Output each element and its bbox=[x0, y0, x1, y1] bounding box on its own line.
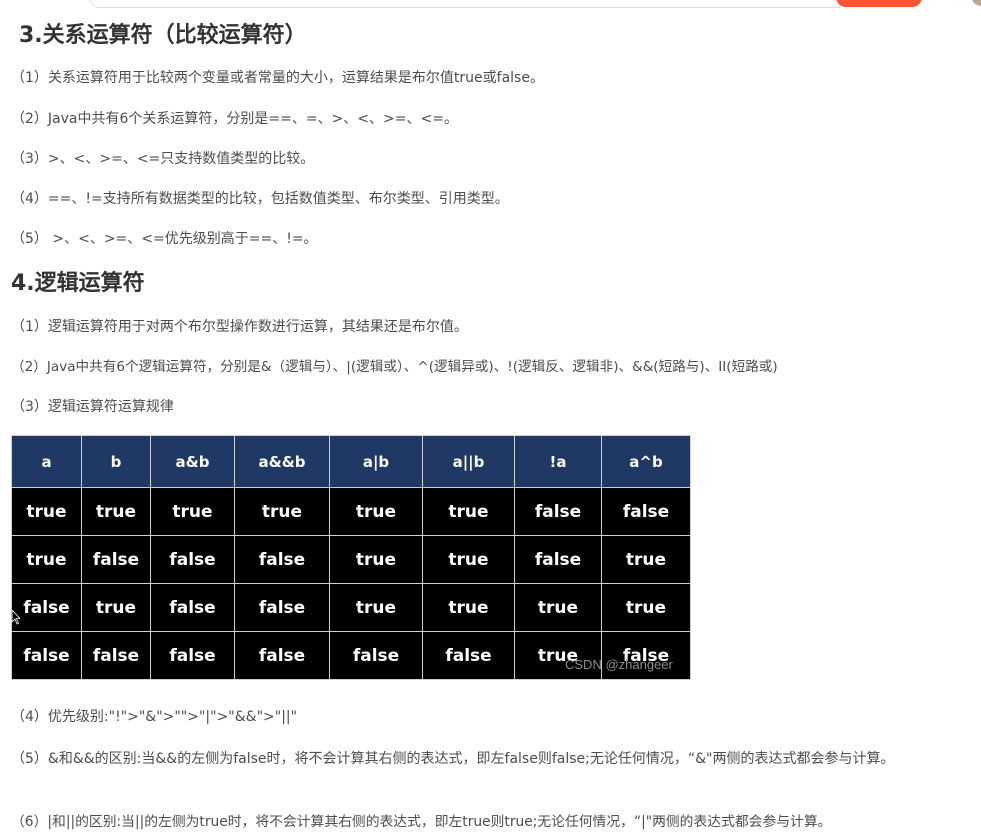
paragraph: （2）Java中共有6个关系运算符，分别是==、=、>、<、>=、<=。 bbox=[11, 111, 458, 127]
column-header: a|b bbox=[329, 435, 423, 488]
table-cell: false bbox=[514, 487, 602, 536]
watermark: CSDN @zhangeer bbox=[565, 657, 673, 672]
table-cell: true bbox=[422, 583, 515, 632]
section-heading-logical: 4.逻辑运算符 bbox=[11, 271, 145, 296]
table-row: false true false false true true true tr… bbox=[11, 583, 691, 632]
column-header: a bbox=[11, 435, 82, 488]
avatar[interactable] bbox=[972, 0, 981, 6]
table-cell: false bbox=[514, 535, 602, 584]
table-row: true false false false true true false t… bbox=[11, 535, 691, 584]
paragraph: （2）Java中共有6个逻辑运算符，分别是&（逻辑与）、|(逻辑或）、^(逻辑异… bbox=[11, 359, 778, 375]
paragraph: （5） >、<、>=、<=优先级别高于==、!=。 bbox=[11, 231, 318, 247]
paragraph: （4）==、!=支持所有数据类型的比较，包括数值类型、布尔类型、引用类型。 bbox=[11, 191, 509, 207]
table-cell: true bbox=[514, 583, 602, 632]
table-cell: false bbox=[234, 631, 330, 680]
table-cell: true bbox=[11, 535, 82, 584]
table-cell: false bbox=[329, 631, 423, 680]
paragraph: （5）&和&&的区别:当&&的左侧为false时，将不会计算其右侧的表达式，即左… bbox=[11, 751, 895, 767]
table-cell: false bbox=[11, 583, 82, 632]
table-cell: true bbox=[150, 487, 235, 536]
table-cell: true bbox=[234, 487, 330, 536]
table-cell: true bbox=[422, 487, 515, 536]
truth-table: a b a&b a&&b a|b a||b !a a^b true true t… bbox=[11, 435, 691, 680]
table-cell: true bbox=[81, 487, 151, 536]
table-cell: true bbox=[514, 631, 602, 680]
paragraph: （6）|和||的区别:当||的左侧为true时，将不会计算其右侧的表达式，即左t… bbox=[11, 814, 832, 830]
search-input[interactable] bbox=[90, 0, 840, 8]
table-cell: false bbox=[11, 631, 82, 680]
table-row: false false false false false false true… bbox=[11, 631, 691, 680]
table-cell: false bbox=[234, 535, 330, 584]
table-cell: false bbox=[150, 631, 235, 680]
table-cell: false bbox=[234, 583, 330, 632]
table-cell: true bbox=[11, 487, 82, 536]
table-cell: false bbox=[150, 535, 235, 584]
table-cell: false bbox=[422, 631, 515, 680]
table-cell: true bbox=[601, 583, 691, 632]
table-header-row: a b a&b a&&b a|b a||b !a a^b bbox=[11, 435, 691, 488]
paragraph: （3）逻辑运算符运算规律 bbox=[11, 399, 174, 415]
paragraph: （1）关系运算符用于比较两个变量或者常量的大小，运算结果是布尔值true或fal… bbox=[11, 70, 544, 86]
column-header: a&b bbox=[150, 435, 235, 488]
column-header: b bbox=[81, 435, 151, 488]
column-header: a||b bbox=[422, 435, 515, 488]
table-cell: true bbox=[329, 535, 423, 584]
paragraph: （3）>、<、>=、<=只支持数值类型的比较。 bbox=[11, 151, 315, 167]
paragraph: （4）优先级别:"!">"&">"">"|">"&&">"||" bbox=[11, 709, 298, 725]
table-row: true true true true true true false fals… bbox=[11, 487, 691, 536]
table-cell: false bbox=[81, 535, 151, 584]
paragraph: （1）逻辑运算符用于对两个布尔型操作数进行运算，其结果还是布尔值。 bbox=[11, 319, 468, 335]
search-button[interactable] bbox=[836, 0, 922, 7]
mouse-pointer-icon bbox=[12, 610, 20, 625]
table-cell: false bbox=[150, 583, 235, 632]
table-cell: false bbox=[81, 631, 151, 680]
column-header: a&&b bbox=[234, 435, 330, 488]
top-toolbar bbox=[0, 0, 981, 8]
table-cell: false bbox=[601, 631, 691, 680]
table-cell: true bbox=[329, 583, 423, 632]
column-header: a^b bbox=[601, 435, 691, 488]
table-cell: true bbox=[81, 583, 151, 632]
section-heading-relational: 3.关系运算符（比较运算符） bbox=[19, 23, 307, 48]
table-cell: false bbox=[601, 487, 691, 536]
table-cell: true bbox=[422, 535, 515, 584]
column-header: !a bbox=[514, 435, 602, 488]
table-cell: true bbox=[601, 535, 691, 584]
table-cell: true bbox=[329, 487, 423, 536]
